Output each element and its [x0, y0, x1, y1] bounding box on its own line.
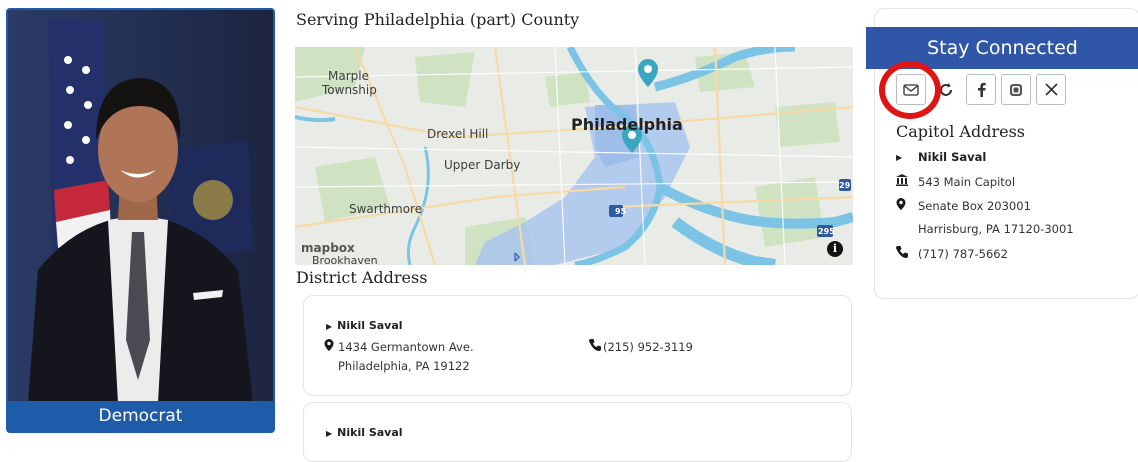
building-icon: [896, 174, 918, 189]
district-address-heading: District Address: [296, 268, 428, 287]
capitol-name-text: Nikil Saval: [918, 150, 987, 164]
office-phone-text: (215) 952-3119: [603, 340, 693, 354]
capitol-box: Senate Box 203001: [896, 198, 1031, 213]
office-name-text: Nikil Saval: [337, 319, 403, 332]
office-name-text: Nikil Saval: [337, 426, 403, 439]
capitol-phone-text: (717) 787-5662: [918, 246, 1008, 261]
phone-icon: [896, 246, 918, 261]
capitol-address-heading: Capitol Address: [896, 122, 1025, 141]
office-name[interactable]: ▶ Nikil Saval: [326, 319, 403, 332]
capitol-room: 543 Main Capitol: [896, 174, 1015, 189]
capitol-city-text: Harrisburg, PA 17120-3001: [918, 222, 1074, 236]
phone-icon: [589, 339, 601, 354]
senator-photo-card: Democrat: [6, 8, 275, 433]
map-canvas: [295, 47, 853, 265]
capitol-city: Harrisburg, PA 17120-3001: [896, 222, 1074, 236]
interstate-295-label: 295: [818, 227, 835, 236]
facebook-button[interactable]: [966, 74, 996, 105]
instagram-icon: [1010, 83, 1022, 96]
email-button[interactable]: [896, 74, 926, 105]
route-29-label: 29: [839, 181, 851, 190]
interstate-95-label: 95: [615, 207, 627, 216]
social-links: [896, 74, 1066, 106]
instagram-button[interactable]: [1001, 74, 1031, 105]
office-address-line1: 1434 Germantown Ave.: [324, 339, 474, 354]
map-pin-icon: [896, 198, 918, 213]
refresh-button[interactable]: [931, 74, 961, 105]
capitol-box-text: Senate Box 203001: [918, 198, 1031, 213]
district-map[interactable]: Marple Township Drexel Hill Upper Darby …: [295, 47, 853, 265]
map-label-brookhaven: Brookhaven: [312, 254, 378, 265]
email-icon: [903, 83, 919, 96]
facebook-icon: [977, 82, 986, 97]
x-icon: [1044, 83, 1058, 96]
map-info-icon[interactable]: i: [827, 241, 843, 257]
refresh-icon: [940, 82, 952, 96]
serving-county-heading: Serving Philadelphia (part) County: [296, 10, 580, 29]
caret-right-icon: ▶: [896, 152, 903, 162]
office-phone[interactable]: (215) 952-3119: [589, 339, 693, 354]
mapbox-logo[interactable]: mapbox: [301, 241, 355, 255]
map-label-upper-darby: Upper Darby: [444, 158, 521, 172]
map-label-marple: Marple: [328, 69, 369, 83]
senator-portrait-image: [8, 10, 273, 403]
caret-right-icon: ▶: [326, 322, 333, 331]
x-twitter-button[interactable]: [1036, 74, 1066, 105]
map-label-township: Township: [322, 83, 377, 97]
map-pin-icon: [324, 339, 334, 354]
map-label-philadelphia: Philadelphia: [571, 115, 683, 134]
office-address-line2: Philadelphia, PA 19122: [338, 359, 470, 373]
map-label-drexel-hill: Drexel Hill: [427, 127, 489, 141]
party-label: Democrat: [8, 401, 273, 431]
capitol-name[interactable]: ▶ Nikil Saval: [896, 150, 986, 164]
office-name[interactable]: ▶ Nikil Saval: [326, 426, 403, 439]
district-office-card: ▶ Nikil Saval 1434 Germantown Ave. Philad…: [303, 295, 852, 396]
map-label-swarthmore: Swarthmore: [349, 202, 423, 216]
district-office-card: ▶ Nikil Saval: [303, 402, 852, 462]
capitol-room-text: 543 Main Capitol: [918, 174, 1016, 189]
stay-connected-banner: Stay Connected: [866, 27, 1138, 69]
office-address-line1-text: 1434 Germantown Ave.: [338, 340, 474, 354]
capitol-phone[interactable]: (717) 787-5662: [896, 246, 1008, 261]
